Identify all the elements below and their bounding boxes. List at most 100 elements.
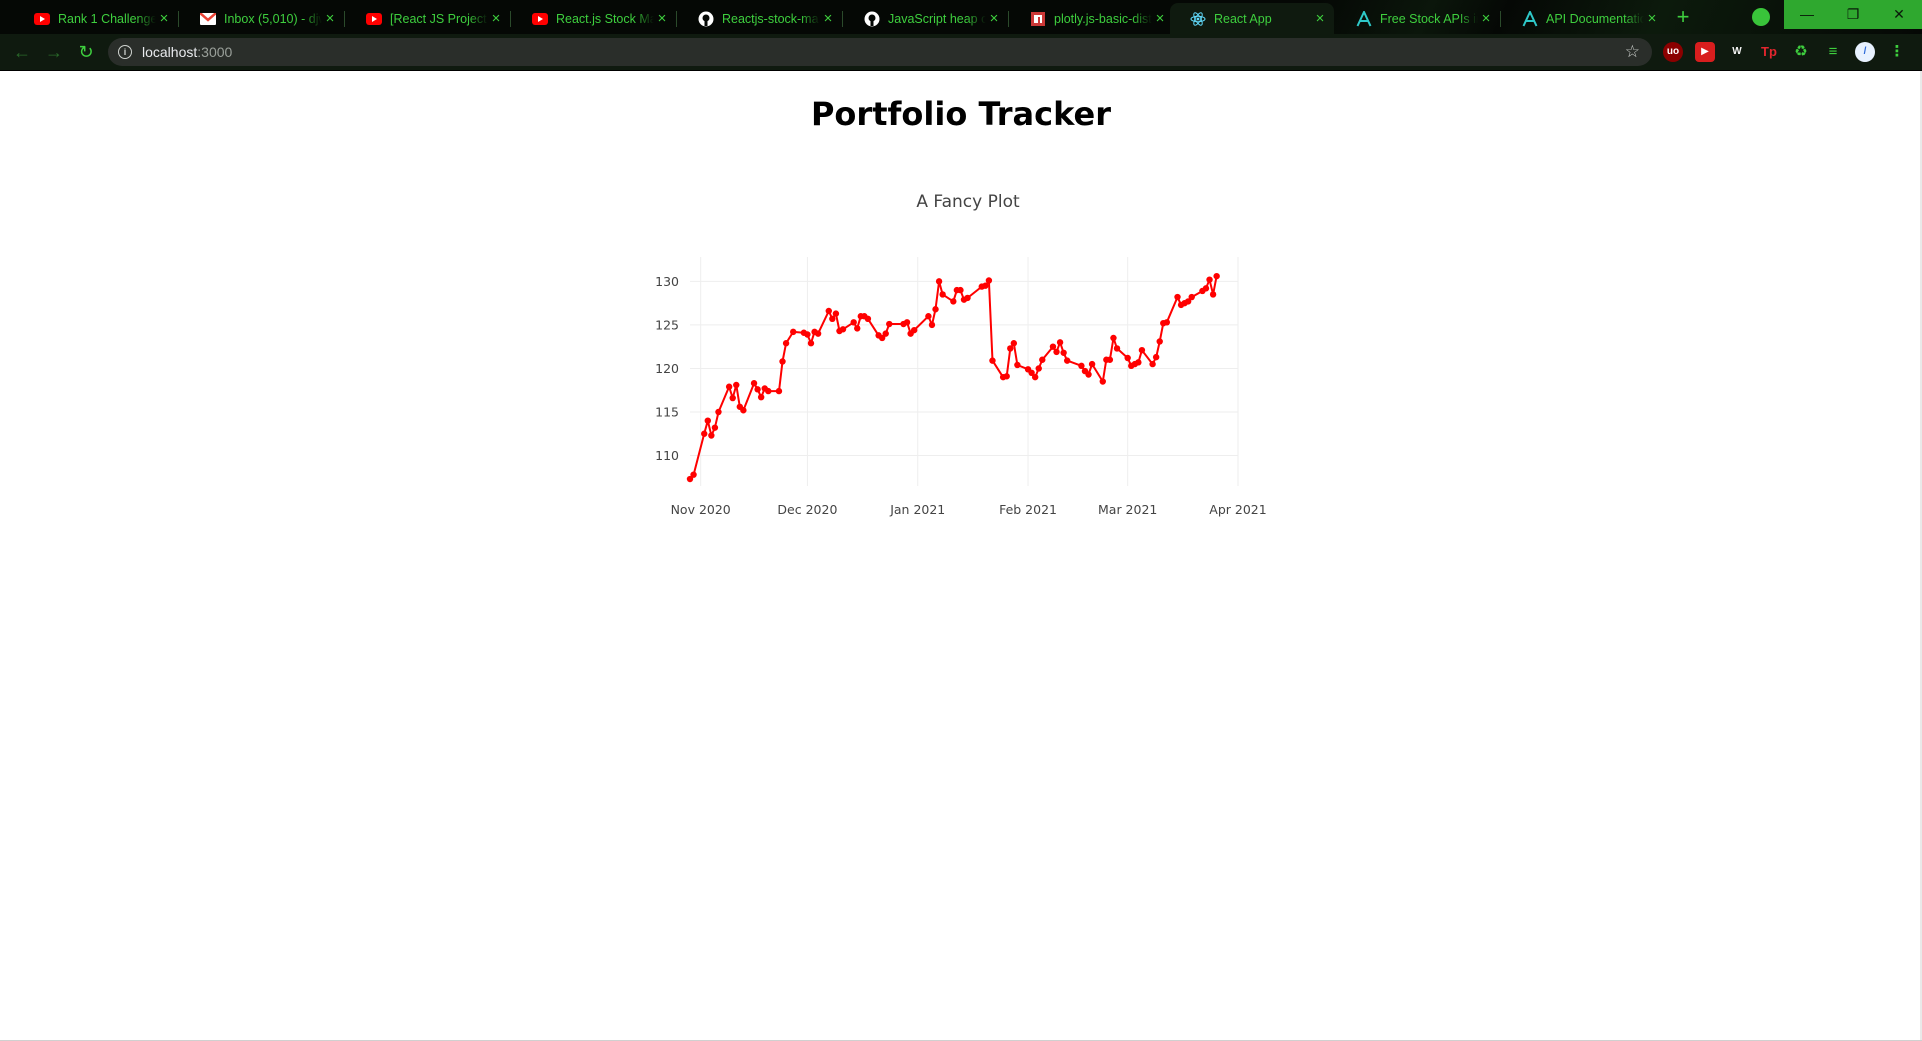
tab-close-icon[interactable]: × xyxy=(820,10,836,27)
data-point xyxy=(750,380,758,387)
tab-close-icon[interactable]: × xyxy=(654,10,670,27)
tab-separator xyxy=(1500,11,1501,27)
tp-icon[interactable]: Tp xyxy=(1759,42,1779,62)
stock-line-chart[interactable]: A Fancy Plot 110 115 120 125 130 Nov 2020 Dec 2… xyxy=(0,71,1922,671)
data-point xyxy=(757,393,765,401)
data-point xyxy=(1174,293,1181,301)
youtube-icon xyxy=(532,11,548,27)
data-point xyxy=(950,298,957,305)
reload-icon[interactable]: ↻ xyxy=(76,42,96,62)
close-window-button[interactable]: ✕ xyxy=(1876,0,1922,29)
x-tick-label: Dec 2020 xyxy=(777,502,837,517)
browser-tab[interactable]: Inbox (5,010) - djw × xyxy=(180,3,344,34)
x-tick-label: Apr 2021 xyxy=(1209,502,1266,517)
y-tick-label: 115 xyxy=(655,404,679,419)
chart-title: A Fancy Plot xyxy=(916,192,1020,212)
data-point xyxy=(850,319,857,326)
ublock-icon[interactable]: uo xyxy=(1663,42,1683,62)
github-icon xyxy=(698,11,714,27)
back-icon[interactable]: ← xyxy=(12,42,32,62)
data-point xyxy=(775,387,783,395)
bookmark-star-icon[interactable]: ☆ xyxy=(1625,42,1640,62)
reading-list-icon[interactable]: ≡ xyxy=(1823,42,1843,62)
data-point xyxy=(1213,272,1220,280)
data-point xyxy=(804,331,811,338)
tab-title: React.js Stock Mark xyxy=(556,11,654,26)
data-point xyxy=(1003,373,1010,380)
data-point xyxy=(1124,354,1131,362)
youtube-ext-icon[interactable]: ▶ xyxy=(1695,42,1715,62)
menu-kebab-icon[interactable]: ⋮ xyxy=(1887,42,1907,62)
data-point xyxy=(910,326,918,334)
tab-title: Free Stock APIs in J xyxy=(1380,11,1478,26)
browser-tab[interactable]: API Documentatio × xyxy=(1502,3,1666,34)
data-point xyxy=(839,326,847,333)
tab-close-icon[interactable]: × xyxy=(156,10,172,27)
series-line xyxy=(689,276,1218,480)
data-point xyxy=(754,386,761,393)
new-tab-button[interactable]: + xyxy=(1670,6,1696,28)
tab-close-icon[interactable]: × xyxy=(1644,10,1660,27)
data-point xyxy=(779,358,786,365)
data-point xyxy=(1152,353,1160,361)
tab-separator xyxy=(510,11,511,27)
profile-icon[interactable] xyxy=(1752,8,1770,26)
tab-close-icon[interactable]: × xyxy=(322,10,338,27)
restore-button[interactable]: ❐ xyxy=(1830,0,1876,29)
data-point xyxy=(989,357,996,364)
data-point xyxy=(1110,334,1117,342)
tab-title: Inbox (5,010) - djw xyxy=(224,11,322,26)
browser-tab[interactable]: JavaScript heap ou × xyxy=(844,3,1008,34)
data-point xyxy=(1209,291,1217,298)
tab-title: API Documentatio xyxy=(1546,11,1644,26)
tab-separator xyxy=(842,11,843,27)
site-info-icon[interactable]: i xyxy=(118,45,132,59)
data-point xyxy=(939,291,946,298)
data-point xyxy=(1206,276,1213,283)
browser-tab[interactable]: React App × xyxy=(1170,3,1334,34)
data-point xyxy=(1031,373,1039,381)
tab-close-icon[interactable]: × xyxy=(1152,10,1168,27)
data-point xyxy=(733,381,740,389)
tab-close-icon[interactable]: × xyxy=(488,10,504,27)
browser-tab[interactable]: Rank 1 Challenger × xyxy=(14,3,178,34)
minimize-button[interactable]: — xyxy=(1784,0,1830,29)
profile-avatar-icon[interactable]: / xyxy=(1855,42,1875,62)
browser-tab[interactable]: plotly.js-basic-dist × xyxy=(1010,3,1174,34)
data-point xyxy=(1063,357,1071,364)
address-port: :3000 xyxy=(197,44,233,60)
tab-separator xyxy=(344,11,345,27)
github-icon xyxy=(864,11,880,27)
wm-icon[interactable]: W xyxy=(1727,42,1747,62)
y-tick-label: 120 xyxy=(655,361,679,376)
x-tick-label: Feb 2021 xyxy=(999,502,1057,517)
tab-close-icon[interactable]: × xyxy=(1312,10,1328,27)
data-point xyxy=(789,328,797,336)
data-point xyxy=(814,330,822,337)
browser-tab[interactable]: React.js Stock Mark× xyxy=(512,3,676,34)
data-point xyxy=(1135,359,1142,366)
data-point xyxy=(932,306,939,313)
address-host: localhost xyxy=(142,44,198,60)
data-point xyxy=(928,321,936,329)
tab-title: Reactjs-stock-mark xyxy=(722,11,820,26)
browser-tab[interactable]: Reactjs-stock-mark × xyxy=(678,3,842,34)
data-point xyxy=(1106,356,1114,363)
data-point xyxy=(1156,338,1163,345)
tab-close-icon[interactable]: × xyxy=(986,10,1002,27)
data-point xyxy=(711,424,719,431)
data-point xyxy=(903,319,911,326)
y-tick-label: 110 xyxy=(655,448,679,463)
browser-tab[interactable]: Free Stock APIs in J× xyxy=(1336,3,1500,34)
react-icon xyxy=(1190,11,1206,27)
tab-close-icon[interactable]: × xyxy=(1478,10,1494,27)
forward-icon[interactable]: → xyxy=(44,42,64,62)
data-point xyxy=(729,394,736,402)
x-tick-label: Nov 2020 xyxy=(671,502,731,517)
data-point xyxy=(1188,293,1195,301)
data-point xyxy=(725,383,733,390)
puzzle-icon[interactable]: ♻ xyxy=(1791,42,1811,62)
browser-tab[interactable]: [React JS Project fr × xyxy=(346,3,510,34)
address-bar[interactable]: i localhost:3000 ☆ xyxy=(108,38,1652,66)
data-point xyxy=(1138,346,1146,354)
